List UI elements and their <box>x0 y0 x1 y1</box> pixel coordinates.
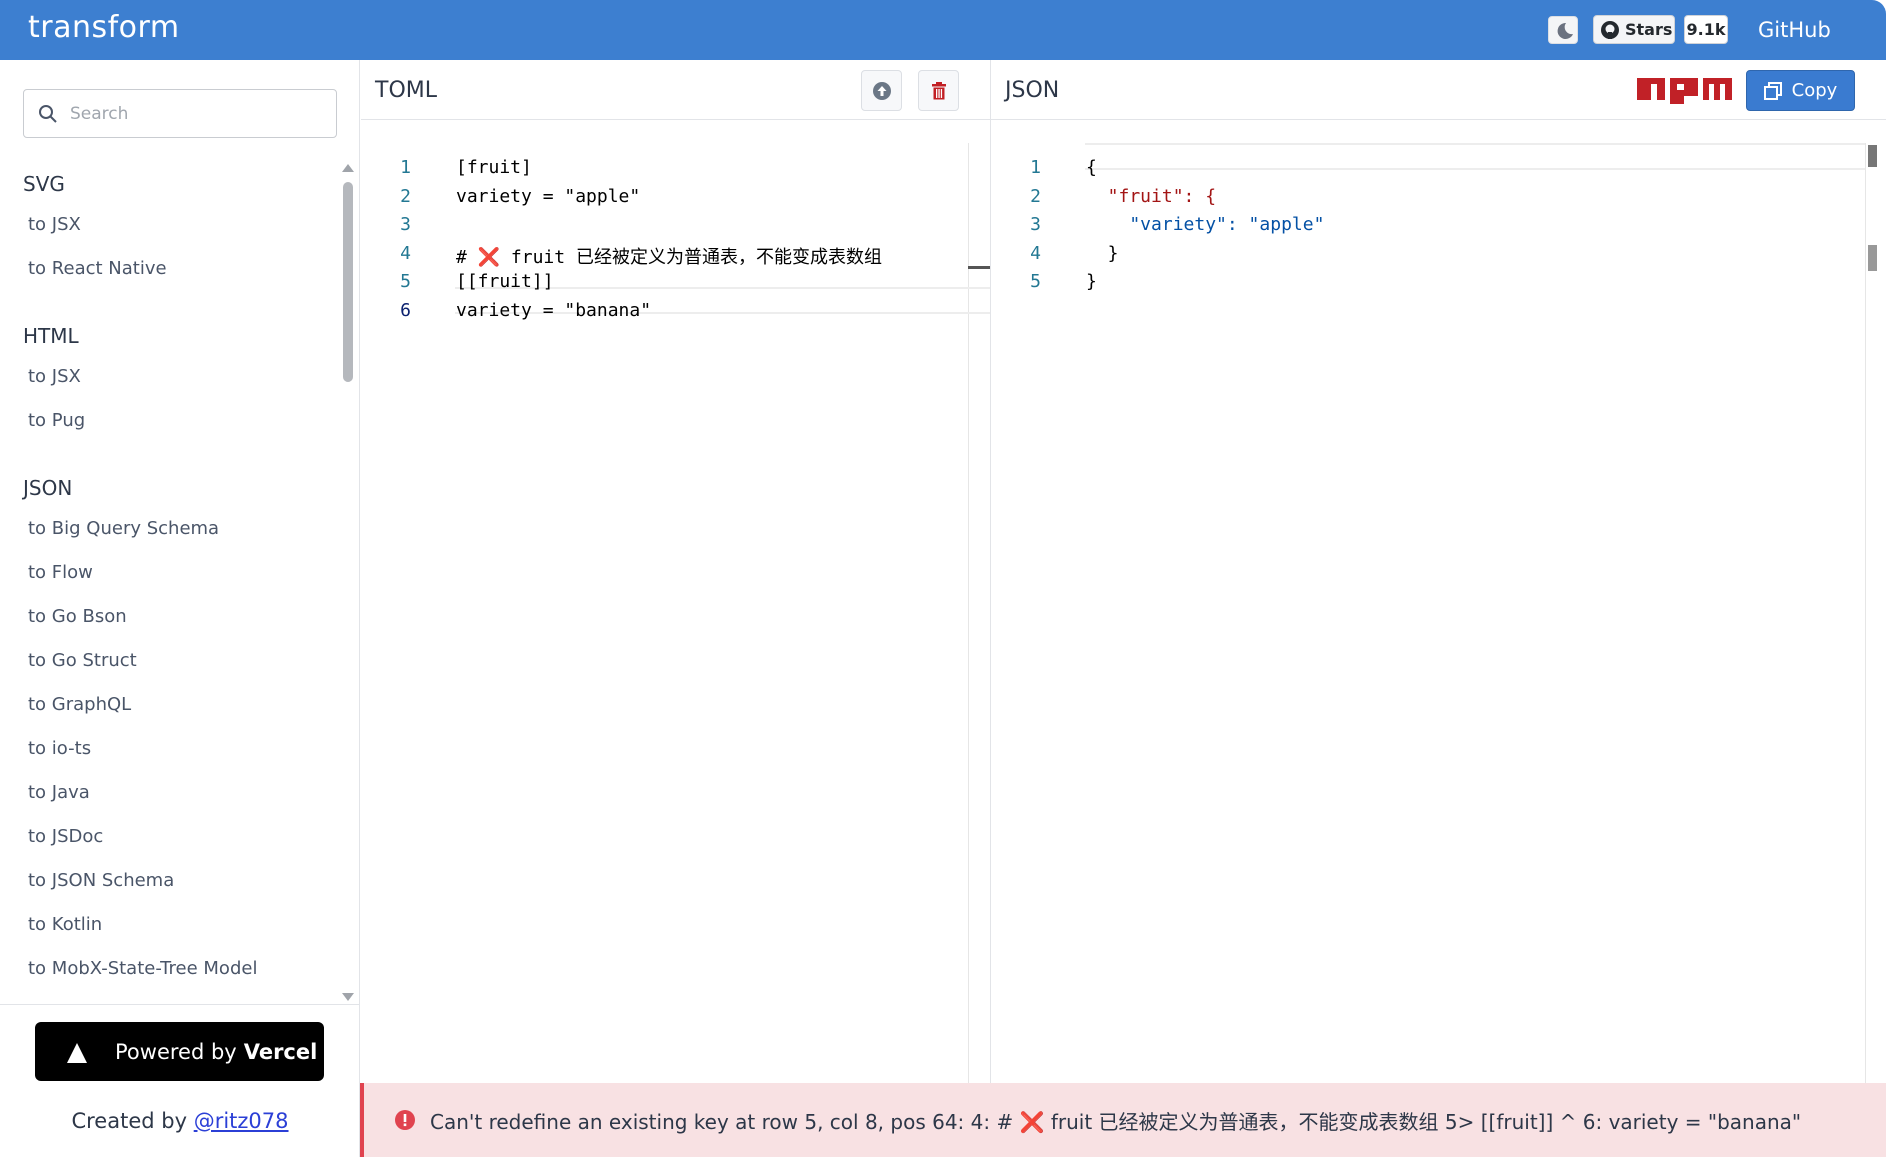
top-bar: transform Stars 9.1k GitHub <box>0 0 1886 60</box>
sidebar-item[interactable]: to io-ts <box>28 738 91 759</box>
sidebar-item[interactable]: to JSDoc <box>28 826 103 847</box>
code-line: { <box>1086 157 1097 178</box>
converter-list: SVG to JSX to React Native HTML to JSX to Pug… <box>0 160 340 1005</box>
sidebar-scrollbar[interactable] <box>340 160 356 1005</box>
vercel-triangle-icon <box>67 1042 87 1063</box>
github-stars-button[interactable]: Stars <box>1593 15 1675 44</box>
sidebar-item[interactable]: to JSX <box>28 214 81 235</box>
vercel-brand: Vercel <box>243 1039 318 1064</box>
section-heading: HTML <box>23 324 79 348</box>
search-icon <box>39 104 57 123</box>
line-number: 3 <box>1030 214 1041 235</box>
code-line: } <box>1086 242 1119 264</box>
code-line: } <box>1086 271 1097 292</box>
error-message: Can't redefine an existing key at row 5,… <box>430 1109 1802 1134</box>
code-line: "variety": "apple" <box>1086 214 1325 235</box>
scroll-down-icon <box>342 993 354 1001</box>
author-link[interactable]: @ritz078 <box>194 1109 289 1133</box>
code-line: "fruit": { <box>1086 185 1217 207</box>
npm-logo[interactable] <box>1637 74 1732 104</box>
github-icon <box>1601 20 1619 39</box>
json-panel-header: JSON Copy <box>991 60 1886 120</box>
line-number: 4 <box>400 242 411 264</box>
created-prefix: Created by <box>71 1109 188 1133</box>
sidebar-item[interactable]: to Go Struct <box>28 650 137 671</box>
vercel-button[interactable]: Powered by Vercel <box>35 1022 324 1081</box>
error-icon <box>395 1110 415 1130</box>
github-link[interactable]: GitHub <box>1758 18 1831 42</box>
sidebar-item[interactable]: to Kotlin <box>28 914 102 935</box>
stars-label: Stars <box>1625 20 1673 39</box>
line-number: 1 <box>400 157 411 178</box>
line-number: 5 <box>400 271 411 292</box>
search-placeholder: Search <box>70 103 129 124</box>
dark-mode-toggle[interactable] <box>1548 16 1578 44</box>
sidebar-item[interactable]: to Java <box>28 782 90 803</box>
code-line: [fruit] <box>456 157 532 178</box>
sidebar-item[interactable]: to JSX <box>28 366 81 387</box>
toml-editor-scrollbar-track[interactable] <box>968 143 969 1083</box>
json-editor-scrollbar[interactable] <box>1865 143 1879 1083</box>
moon-icon <box>1557 22 1573 39</box>
line-number: 5 <box>1030 271 1041 292</box>
sidebar-item[interactable]: to Pug <box>28 410 85 431</box>
copy-label: Copy <box>1791 80 1838 101</box>
sidebar-item[interactable]: to Big Query Schema <box>28 518 219 539</box>
sidebar-item[interactable]: to Go Bson <box>28 606 127 627</box>
toml-panel-header: TOML <box>361 60 991 120</box>
toml-title: TOML <box>375 78 437 103</box>
search-input[interactable]: Search <box>23 89 337 138</box>
upload-icon <box>872 81 891 100</box>
toml-scroll-marker <box>968 266 990 269</box>
error-banner: Can't redefine an existing key at row 5,… <box>360 1083 1886 1157</box>
scrollbar-thumb[interactable] <box>343 182 353 382</box>
sidebar-item[interactable]: to JSON Schema <box>28 870 174 891</box>
line-number: 6 <box>400 299 411 321</box>
code-line: [[fruit]] <box>456 271 554 292</box>
line-number: 2 <box>400 185 411 207</box>
sidebar-item[interactable]: to MobX-State-Tree Model <box>28 958 257 979</box>
clear-button[interactable] <box>918 70 959 111</box>
line-number: 4 <box>1030 242 1041 264</box>
sidebar: Search SVG to JSX to React Native HTML to JS… <box>0 60 360 1157</box>
created-by: Created by @ritz078 <box>0 1109 360 1133</box>
section-heading: JSON <box>23 476 73 500</box>
logo[interactable]: transform <box>28 10 180 45</box>
upload-button[interactable] <box>861 70 902 111</box>
sidebar-item[interactable]: to React Native <box>28 258 167 279</box>
sidebar-item[interactable]: to Flow <box>28 562 93 583</box>
toml-editor[interactable]: 1 [fruit] 2 variety = "apple" 3 4 # ❌ fruit 已经… <box>361 143 968 1083</box>
divider <box>0 1004 360 1005</box>
vercel-prefix: Powered by <box>115 1039 237 1064</box>
sidebar-item[interactable]: to GraphQL <box>28 694 131 715</box>
line-number: 3 <box>400 214 411 235</box>
json-output-editor[interactable]: 1 {2 "fruit": { 3 "variety": "apple" 4 } 5} <box>991 143 1861 1083</box>
code-line: # ❌ fruit 已经被定义为普通表，不能变成表数组 <box>456 246 882 268</box>
stars-count[interactable]: 9.1k <box>1684 15 1728 44</box>
copy-icon <box>1763 81 1782 100</box>
code-line: variety = "banana" <box>456 299 652 321</box>
json-title: JSON <box>1005 78 1060 103</box>
section-heading: SVG <box>23 172 65 196</box>
line-number: 2 <box>1030 185 1041 207</box>
copy-button[interactable]: Copy <box>1746 70 1855 111</box>
trash-icon <box>931 81 946 99</box>
scroll-up-icon <box>342 164 354 172</box>
line-number: 1 <box>1030 157 1041 178</box>
code-line: variety = "apple" <box>456 185 641 207</box>
